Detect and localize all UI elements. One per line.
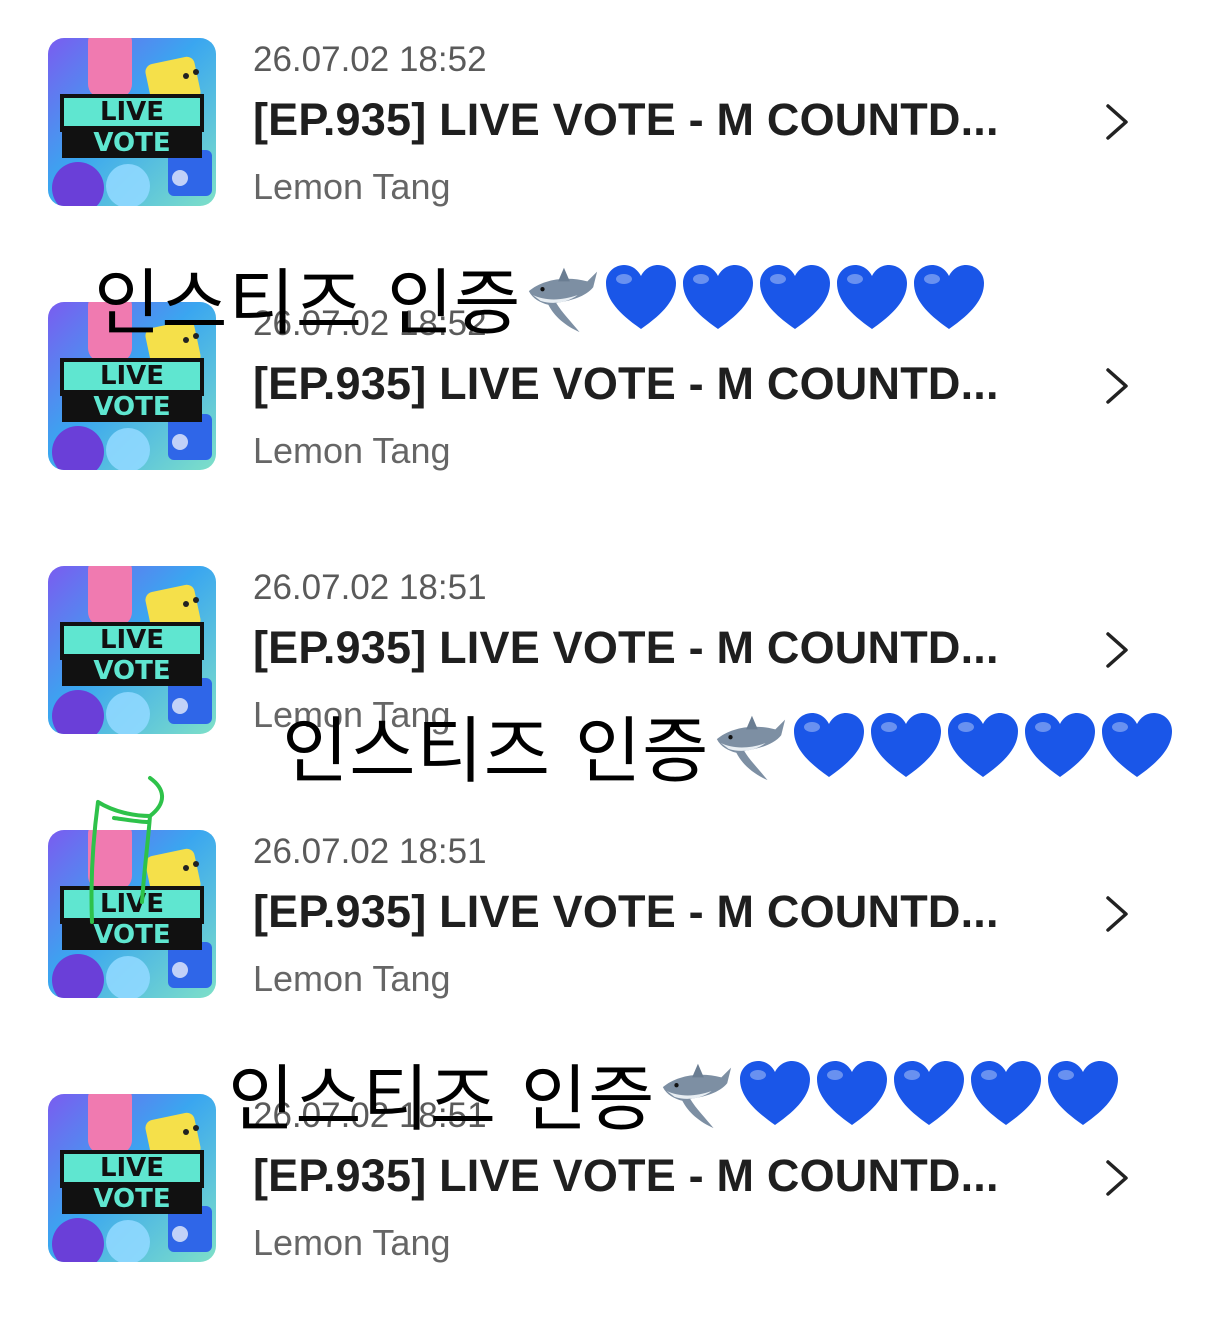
thumbnail-text-line2: VOTE bbox=[93, 1184, 170, 1214]
thumbnail: LIVE VOTE bbox=[48, 566, 216, 734]
shark-icon bbox=[717, 715, 786, 780]
item-title: [EP.935] LIVE VOTE - M COUNTD... bbox=[253, 622, 999, 673]
blue-heart-icon bbox=[683, 264, 754, 329]
blue-heart-icon bbox=[794, 712, 865, 777]
list-item[interactable]: LIVE VOTE 26.07.02 18:52 [EP.935] LIVE V… bbox=[0, 38, 1206, 238]
thumbnail: LIVE VOTE bbox=[48, 1094, 216, 1262]
chevron-right-icon[interactable] bbox=[1098, 366, 1134, 406]
thumbnail-text-line2: VOTE bbox=[93, 392, 170, 422]
shark-icon bbox=[663, 1063, 732, 1128]
overlay-text: 인스티즈 인증 bbox=[94, 261, 522, 345]
chevron-right-icon[interactable] bbox=[1098, 630, 1134, 670]
item-author: Lemon Tang bbox=[253, 1222, 451, 1263]
blue-heart-icon bbox=[1102, 712, 1173, 777]
item-title: [EP.935] LIVE VOTE - M COUNTD... bbox=[253, 1150, 999, 1201]
item-date: 26.07.02 18:52 bbox=[253, 40, 487, 79]
blue-heart-icon bbox=[894, 1060, 965, 1125]
scribble-annotation bbox=[89, 776, 164, 924]
blue-heart-icon bbox=[606, 264, 677, 329]
live-vote-thumbnail: LIVE VOTE bbox=[48, 1094, 216, 1262]
overlay-caption: 인스티즈 인증 bbox=[282, 692, 1174, 797]
live-vote-thumbnail: LIVE VOTE bbox=[48, 38, 216, 206]
blue-heart-icon bbox=[740, 1060, 811, 1125]
blue-heart-icon bbox=[817, 1060, 888, 1125]
thumbnail: LIVE VOTE bbox=[48, 38, 216, 206]
item-author: Lemon Tang bbox=[253, 958, 451, 999]
thumbnail-text-line1: LIVE bbox=[100, 625, 164, 655]
blue-heart-icon bbox=[1025, 712, 1096, 777]
item-date: 26.07.02 18:51 bbox=[253, 568, 487, 607]
shark-icon bbox=[529, 267, 598, 332]
item-title: [EP.935] LIVE VOTE - M COUNTD... bbox=[253, 886, 999, 937]
blue-heart-icon bbox=[948, 712, 1019, 777]
list-item[interactable]: LIVE VOTE 26.07.02 18:51 [EP.935] LIVE V… bbox=[0, 830, 1206, 1030]
overlay-caption: 인스티즈 인증 bbox=[94, 244, 986, 349]
item-date: 26.07.02 18:51 bbox=[253, 832, 487, 871]
thumbnail-text-line2: VOTE bbox=[93, 656, 170, 686]
blue-heart-icon bbox=[1048, 1060, 1119, 1125]
blue-heart-icon bbox=[760, 264, 831, 329]
blue-heart-icon bbox=[837, 264, 908, 329]
blue-heart-icon bbox=[914, 264, 985, 329]
item-author: Lemon Tang bbox=[253, 430, 451, 471]
thumbnail-text-line1: LIVE bbox=[100, 1153, 164, 1183]
blue-heart-icon bbox=[971, 1060, 1042, 1125]
thumbnail-text-line1: LIVE bbox=[100, 361, 164, 391]
item-author: Lemon Tang bbox=[253, 166, 451, 207]
thumbnail-text-line2: VOTE bbox=[93, 128, 170, 158]
thumbnail-text-line1: LIVE bbox=[100, 97, 164, 127]
overlay-text: 인스티즈 인증 bbox=[282, 709, 710, 793]
live-vote-thumbnail: LIVE VOTE bbox=[48, 566, 216, 734]
chevron-right-icon[interactable] bbox=[1098, 894, 1134, 934]
chevron-right-icon[interactable] bbox=[1098, 102, 1134, 142]
item-title: [EP.935] LIVE VOTE - M COUNTD... bbox=[253, 358, 999, 409]
chevron-right-icon[interactable] bbox=[1098, 1158, 1134, 1198]
item-title: [EP.935] LIVE VOTE - M COUNTD... bbox=[253, 94, 999, 145]
overlay-caption: 인스티즈 인증 bbox=[228, 1040, 1120, 1145]
blue-heart-icon bbox=[871, 712, 942, 777]
overlay-text: 인스티즈 인증 bbox=[228, 1057, 656, 1141]
